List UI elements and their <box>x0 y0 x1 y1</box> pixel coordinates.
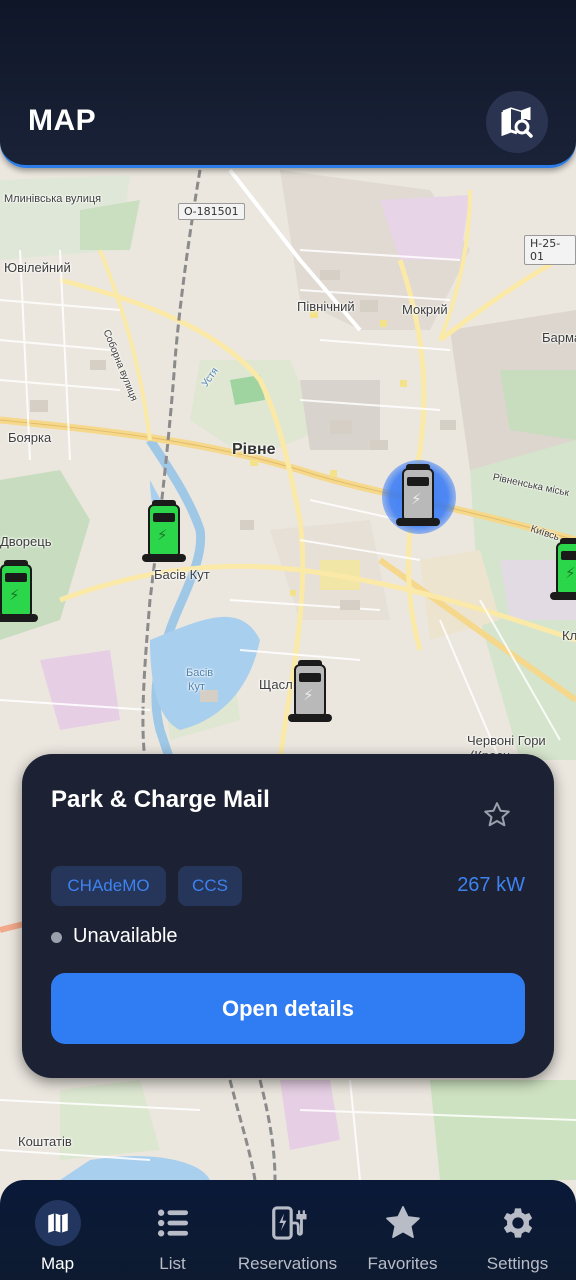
map-search-icon <box>501 106 533 138</box>
favorite-button[interactable] <box>480 798 514 832</box>
marker-base <box>396 518 440 526</box>
bolt-icon: ⚡ <box>565 565 576 582</box>
app-header: MAP <box>0 0 576 168</box>
gear-icon <box>503 1208 532 1238</box>
district-label: Дворець <box>0 534 52 549</box>
district-label: Червоні Гори <box>467 733 546 748</box>
district-label: Кл <box>562 628 576 643</box>
marker-base <box>0 614 38 622</box>
district-label: Басів Кут <box>154 567 210 582</box>
road-shield: Н-25-01 <box>524 235 576 265</box>
station-card[interactable]: Park & Charge Mail CHAdeMO CCS 267 kW Un… <box>22 754 554 1078</box>
map-view[interactable]: Млинівська вулиця Ювілейний Північний Мо… <box>0 0 576 1280</box>
street-label: Млинівська вулиця <box>4 193 102 205</box>
district-label: Мокрий <box>402 302 448 317</box>
marker-screen <box>407 477 429 486</box>
nav-icon-wrap <box>495 1200 541 1246</box>
district-label: Ювілейний <box>4 260 71 275</box>
connector-chip: CCS <box>178 866 242 906</box>
district-label: Північний <box>297 299 355 314</box>
district-label: Коштатів <box>18 1134 72 1149</box>
charger-marker-2[interactable]: ⚡ <box>0 560 38 622</box>
charging-station-icon <box>271 1206 307 1240</box>
nav-icon-wrap <box>265 1200 311 1246</box>
district-label: Боярка <box>8 430 52 445</box>
marker-screen <box>299 673 321 682</box>
connector-chip: CHAdeMO <box>51 866 166 906</box>
nav-item-favorites[interactable]: Favorites <box>345 1180 460 1280</box>
charger-marker-3[interactable]: ⚡ <box>550 538 576 600</box>
nav-label: Reservations <box>237 1254 338 1273</box>
charger-marker-1[interactable]: ⚡ <box>142 500 186 562</box>
marker-screen <box>153 513 175 522</box>
nav-label: List <box>159 1254 186 1273</box>
nav-label: Settings <box>486 1254 549 1273</box>
nav-item-map[interactable]: Map <box>0 1180 115 1280</box>
marker-base <box>288 714 332 722</box>
bolt-icon: ⚡ <box>303 687 314 704</box>
city-label: Рівне <box>232 441 276 458</box>
charger-marker-selected[interactable]: ⚡ <box>396 464 440 526</box>
nav-icon-wrap <box>34 1200 81 1246</box>
star-outline-icon <box>484 802 510 827</box>
star-icon <box>385 1206 420 1238</box>
bolt-icon: ⚡ <box>157 527 168 544</box>
nav-item-settings[interactable]: Settings <box>460 1180 575 1280</box>
page-title: MAP <box>28 104 97 137</box>
road-shield: О-181501 <box>178 203 245 220</box>
bottom-nav: Map List Reservations Favorites Settings <box>0 1180 576 1280</box>
map-icon <box>47 1213 68 1233</box>
marker-screen <box>5 573 27 582</box>
nav-label: Favorites <box>367 1254 438 1273</box>
list-icon <box>157 1209 188 1237</box>
nav-icon-wrap <box>150 1200 196 1246</box>
nav-icon-wrap <box>380 1200 426 1246</box>
status-dot <box>51 932 62 943</box>
nav-item-reservations[interactable]: Reservations <box>230 1180 345 1280</box>
marker-base <box>550 592 576 600</box>
bolt-icon: ⚡ <box>411 491 422 508</box>
lake-label: Басів <box>186 667 214 679</box>
station-name: Park & Charge Mail <box>51 786 270 813</box>
district-label: Барма <box>542 330 576 345</box>
lake-label: Кут <box>188 681 205 693</box>
bolt-icon: ⚡ <box>9 587 20 604</box>
nav-item-list[interactable]: List <box>115 1180 230 1280</box>
marker-screen <box>561 551 576 560</box>
station-status: Unavailable <box>73 925 178 947</box>
map-tiles <box>0 0 576 1280</box>
marker-base <box>142 554 186 562</box>
nav-label: Map <box>40 1254 75 1273</box>
map-search-button[interactable] <box>486 91 548 153</box>
charger-marker-4[interactable]: ⚡ <box>288 660 332 722</box>
station-power: 267 kW <box>457 874 525 896</box>
open-details-button[interactable]: Open details <box>51 973 525 1044</box>
